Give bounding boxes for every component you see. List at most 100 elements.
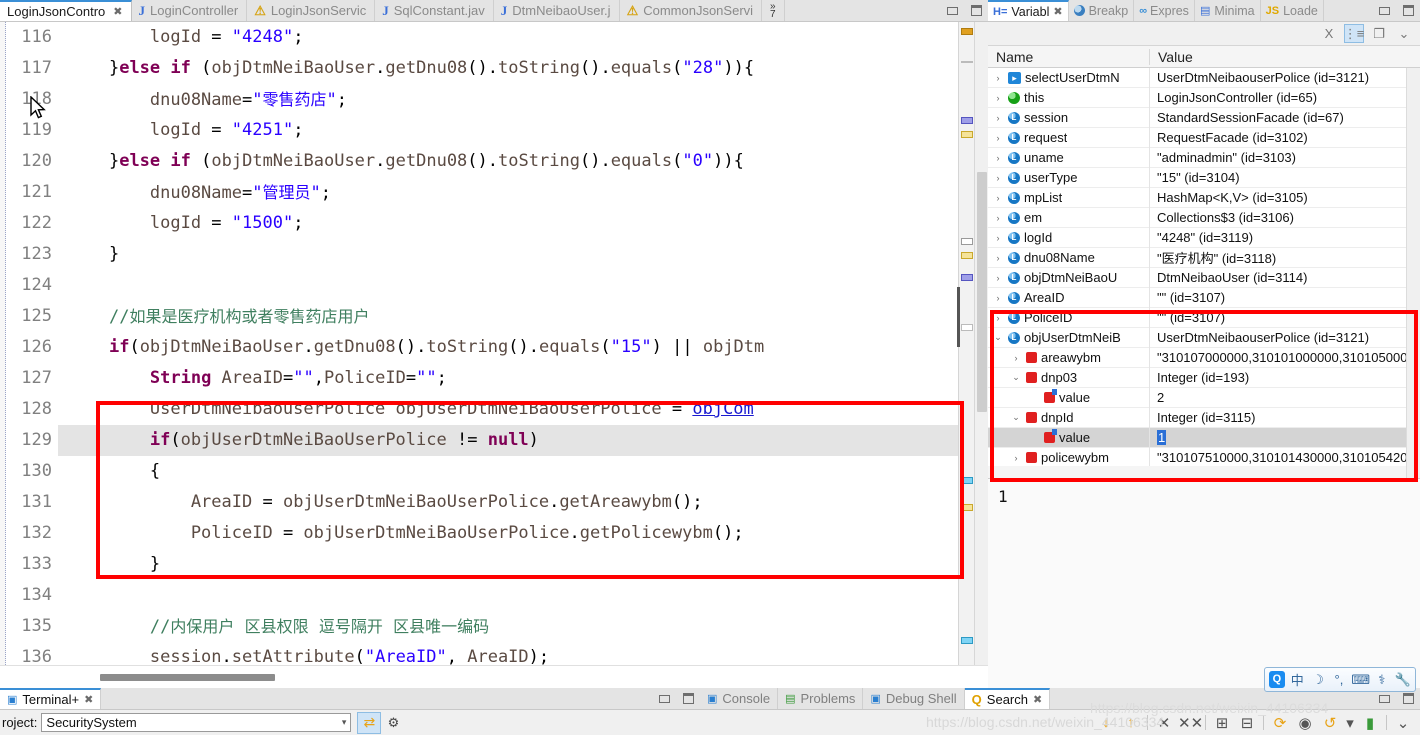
variable-value-cell[interactable]: "" (id=3107) xyxy=(1150,310,1420,325)
close-icon[interactable]: ✖ xyxy=(1033,693,1042,706)
chevron-down-icon[interactable]: ⌄ xyxy=(992,332,1004,343)
chevron-right-icon[interactable]: › xyxy=(992,293,1004,303)
terminal-maximize-button[interactable] xyxy=(676,688,700,709)
variable-value-cell[interactable]: "医疗机构" (id=3118) xyxy=(1150,248,1420,267)
ime-soft-keyboard-icon[interactable]: ⌨ xyxy=(1351,672,1370,688)
tab-console[interactable]: ▣ Console xyxy=(700,688,779,709)
overview-ruler[interactable] xyxy=(957,22,974,665)
editor-tab-dtmneibaouser[interactable]: J DtmNeibaoUser.j xyxy=(493,0,620,21)
collapse-all-button[interactable]: ⊟ xyxy=(1236,714,1258,732)
tab-breakpoints[interactable]: Breakp xyxy=(1068,0,1135,21)
tab-problems[interactable]: ▤ Problems xyxy=(778,688,864,709)
variable-value-cell[interactable]: "310107510000,310101430000,3101054200... xyxy=(1150,450,1420,465)
chevron-right-icon[interactable]: › xyxy=(992,93,1004,103)
variable-value-cell[interactable]: "" (id=3107) xyxy=(1150,290,1420,305)
code-line[interactable]: //如果是医疗机构或者零售药店用户 xyxy=(58,301,958,332)
variable-value-cell[interactable]: DtmNeibaoUser (id=3114) xyxy=(1150,270,1420,285)
ime-logo-icon[interactable]: Q xyxy=(1269,671,1285,688)
tab-search[interactable]: Q Search ✖ xyxy=(964,688,1051,709)
editor-tab-commonjsonservice[interactable]: ⚠ CommonJsonServi xyxy=(619,0,763,21)
variable-value-cell[interactable]: "310107000000,310101000000,3101050000... xyxy=(1150,350,1420,365)
variable-row[interactable]: › policewybm "310107510000,310101430000,31… xyxy=(988,447,1420,466)
chevron-right-icon[interactable]: › xyxy=(992,173,1004,183)
code-line[interactable]: } xyxy=(58,239,958,270)
editor-tab-overflow-button[interactable]: » 7 xyxy=(762,0,785,21)
editor-tab-logincontroller[interactable]: J LoginController xyxy=(131,0,248,21)
column-header-value[interactable]: Value xyxy=(1150,49,1420,65)
chevron-right-icon[interactable]: › xyxy=(992,113,1004,123)
tab-loaded-scripts[interactable]: JS Loade xyxy=(1260,0,1324,21)
code-line[interactable]: PoliceID = objUserDtmNeiBaoUserPolice.ge… xyxy=(58,518,958,549)
variable-value-cell[interactable]: HashMap<K,V> (id=3105) xyxy=(1150,190,1420,205)
variable-row[interactable]: ⌄ objUserDtmNeiB UserDtmNeibaouserPolice (… xyxy=(988,327,1420,348)
chevron-right-icon[interactable]: › xyxy=(992,213,1004,223)
cancel-search-button[interactable]: ◉ xyxy=(1294,714,1316,732)
code-line[interactable]: dnu08Name="管理员"; xyxy=(58,177,958,208)
tab-variables[interactable]: H= Variabl ✖ xyxy=(988,0,1069,21)
chevron-right-icon[interactable]: › xyxy=(992,233,1004,243)
editor-tab-loginjsoncontroller[interactable]: LoginJsonContro ✖ xyxy=(0,0,132,21)
chevron-right-icon[interactable]: › xyxy=(992,313,1004,323)
code-line[interactable]: logId = "4248"; xyxy=(58,22,958,53)
chevron-right-icon[interactable]: › xyxy=(992,133,1004,143)
variable-value-cell[interactable]: UserDtmNeibaouserPolice (id=3121) xyxy=(1150,330,1420,345)
code-line[interactable]: dnu08Name="零售药店"; xyxy=(58,84,958,115)
variable-value-cell[interactable]: StandardSessionFacade (id=67) xyxy=(1150,110,1420,125)
code-line[interactable] xyxy=(58,580,958,611)
code-line[interactable]: String AreaID="",PoliceID=""; xyxy=(58,363,958,394)
variable-row[interactable]: · value 2 xyxy=(988,387,1420,408)
close-icon[interactable]: ✖ xyxy=(1053,5,1062,18)
code-line[interactable]: logId = "4251"; xyxy=(58,115,958,146)
remove-all-matches-button[interactable]: ✕✕ xyxy=(1178,714,1203,732)
ime-punctuation-icon[interactable]: °, xyxy=(1331,672,1348,687)
tab-minimap[interactable]: ▤ Minima xyxy=(1194,0,1261,21)
editor-horizontal-scrollbar[interactable] xyxy=(0,665,988,688)
variable-value-cell[interactable]: 2 xyxy=(1150,390,1420,405)
variable-detail-pane[interactable]: 1 xyxy=(988,478,1420,688)
variable-row[interactable]: › AreaID "" (id=3107) xyxy=(988,287,1420,308)
code-line[interactable]: if(objUserDtmNeiBaoUserPolice != null) xyxy=(58,425,958,456)
collapse-all-button[interactable]: X xyxy=(1319,24,1339,43)
expand-all-button[interactable]: ⊞ xyxy=(1211,714,1233,732)
editor-tab-sqlconstant[interactable]: J SqlConstant.jav xyxy=(375,0,494,21)
editor-maximize-button[interactable] xyxy=(964,0,988,21)
editor-body[interactable]: 116 117 118 119 120 121 122 123 124 125 126 127 128 1… xyxy=(0,22,988,665)
variables-maximize-button[interactable] xyxy=(1396,0,1420,21)
close-icon[interactable]: ✖ xyxy=(84,693,93,706)
chevron-down-icon[interactable]: ⌄ xyxy=(1010,372,1022,383)
code-line[interactable] xyxy=(58,270,958,301)
ime-chinese-mode-icon[interactable]: 中 xyxy=(1289,670,1306,689)
variable-row[interactable]: · value 1 xyxy=(988,427,1420,448)
variable-row[interactable]: › areawybm "310107000000,310101000000,3101… xyxy=(988,347,1420,368)
code-line[interactable]: } xyxy=(58,549,958,580)
variable-value-cell[interactable]: Collections$3 (id=3106) xyxy=(1150,210,1420,225)
show-logical-structure-button[interactable]: ⋮≡ xyxy=(1344,24,1364,43)
chevron-right-icon[interactable]: › xyxy=(1010,453,1022,463)
chevron-right-icon[interactable]: › xyxy=(992,253,1004,263)
code-line[interactable]: }else if (objDtmNeiBaoUser.getDnu08().to… xyxy=(58,53,958,84)
chevron-right-icon[interactable]: › xyxy=(992,273,1004,283)
search-view-menu-button[interactable]: ⌄ xyxy=(1392,714,1414,732)
variable-row[interactable]: › em Collections$3 (id=3106) xyxy=(988,207,1420,228)
variable-value-cell[interactable]: Integer (id=3115) xyxy=(1150,410,1420,425)
variable-row[interactable]: › userType "15" (id=3104) xyxy=(988,167,1420,188)
variable-row[interactable]: › request RequestFacade (id=3102) xyxy=(988,127,1420,148)
ime-halfwidth-icon[interactable]: ☽ xyxy=(1310,672,1327,688)
tab-expressions[interactable]: ∞ Expres xyxy=(1134,0,1195,21)
editor-minimize-button[interactable] xyxy=(940,0,964,21)
code-line[interactable]: logId = "1500"; xyxy=(58,208,958,239)
editor-vertical-scrollbar[interactable] xyxy=(974,22,988,665)
ime-settings-icon[interactable]: 🔧 xyxy=(1394,672,1411,688)
tab-terminal[interactable]: ▣ Terminal+ ✖ xyxy=(0,688,102,709)
chevron-right-icon[interactable]: › xyxy=(1010,353,1022,363)
tab-debug-shell[interactable]: ▣ Debug Shell xyxy=(863,688,965,709)
code-line[interactable]: }else if (objDtmNeiBaoUser.getDnu08().to… xyxy=(58,146,958,177)
code-line[interactable]: AreaID = objUserDtmNeiBaoUserPolice.getA… xyxy=(58,487,958,518)
toggle-direction-button[interactable]: ⇄ xyxy=(357,711,382,734)
scrollbar-thumb[interactable] xyxy=(100,674,275,681)
terminal-minimize-button[interactable] xyxy=(652,688,676,709)
ime-toolbar[interactable]: Q 中 ☽ °, ⌨ ⚕ 🔧 xyxy=(1264,667,1416,692)
chevron-right-icon[interactable]: › xyxy=(992,73,1004,83)
chevron-right-icon[interactable]: › xyxy=(992,153,1004,163)
variables-minimize-button[interactable] xyxy=(1372,0,1396,21)
